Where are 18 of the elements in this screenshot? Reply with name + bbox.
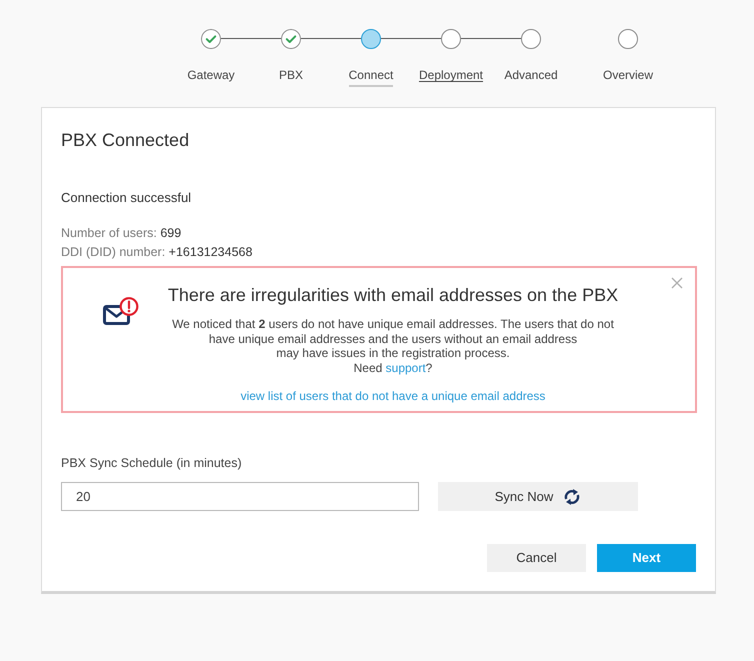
warning-message: We noticed that 2 users do not have unique email addresses. The users that do not have unique email addresses and the users without an email address may have issues in the registration process. Need support? [172, 317, 614, 375]
step-label[interactable]: Deployment [418, 68, 484, 87]
warning-title: There are irregularities with email addresses on the PBX [168, 285, 618, 305]
sync-now-button[interactable]: Sync Now [438, 482, 638, 511]
step-label[interactable]: Advanced [504, 68, 558, 87]
step-label[interactable]: Overview [602, 68, 653, 87]
step-label[interactable]: PBX [278, 68, 303, 87]
info-line: DDI (DID) number: +16131234568 [61, 244, 252, 261]
step-label[interactable]: Connect [348, 68, 394, 87]
sync-schedule-label: PBX Sync Schedule (in minutes) [61, 455, 242, 471]
refresh-icon [563, 488, 582, 506]
sync-schedule-input[interactable]: 20 [61, 482, 419, 511]
close-icon[interactable] [671, 277, 683, 289]
info-line: Number of users: 699 [61, 225, 182, 242]
cancel-button[interactable]: Cancel [487, 544, 586, 572]
card-title: PBX Connected [61, 130, 190, 150]
status-text: Connection successful [61, 190, 192, 206]
step-label[interactable]: Gateway [187, 68, 235, 87]
